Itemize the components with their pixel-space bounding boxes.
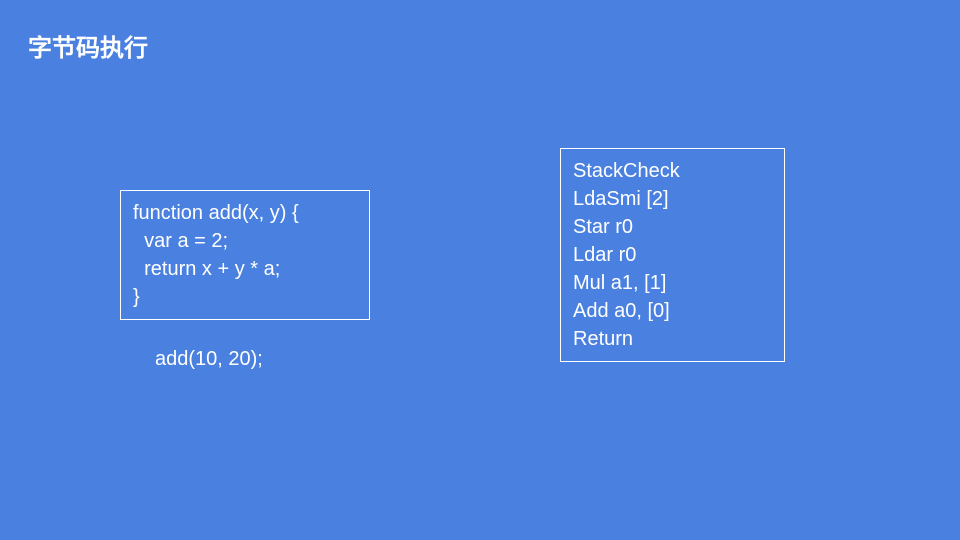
call-expression: add(10, 20); [155, 348, 263, 371]
page-title: 字节码执行 [28, 28, 148, 63]
bytecode-box: StackCheck LdaSmi [2] Star r0 Ldar r0 Mu… [560, 148, 785, 362]
source-code-box: function add(x, y) { var a = 2; return x… [120, 190, 370, 320]
